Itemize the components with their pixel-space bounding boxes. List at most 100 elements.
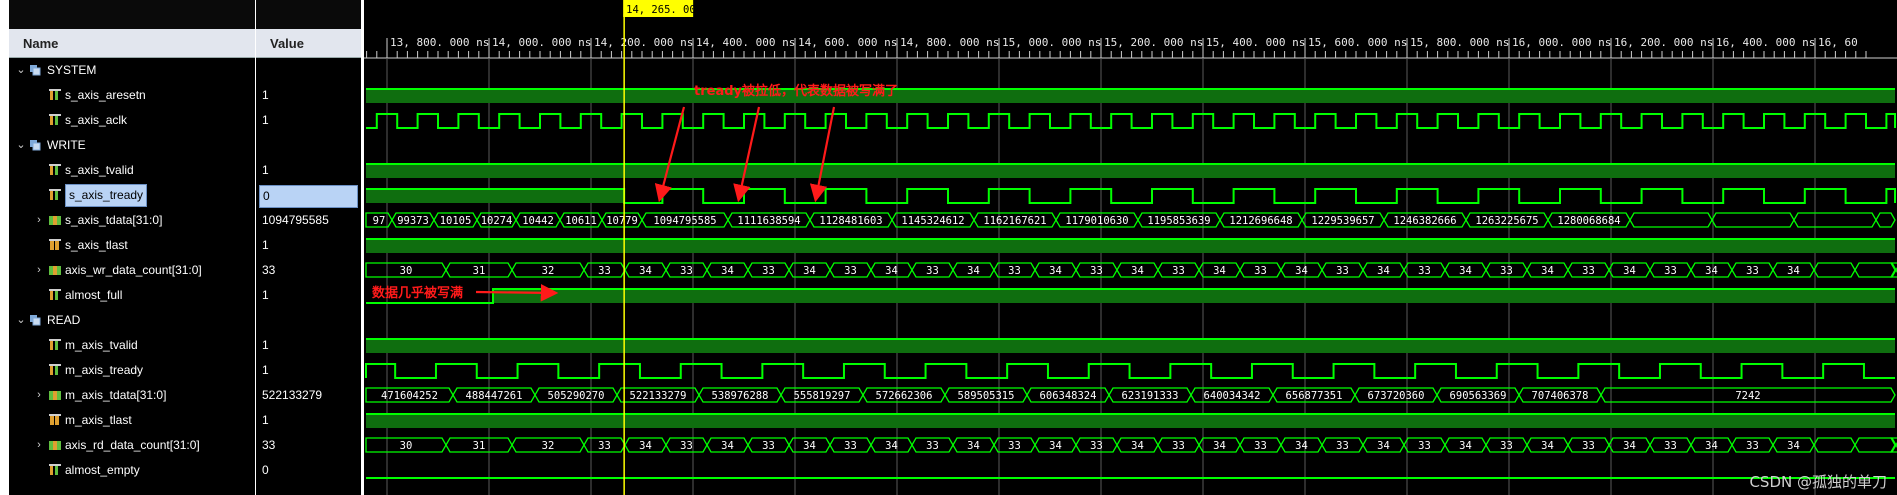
value-row-m_axis_tready[interactable]: 1 (256, 358, 361, 383)
axis_wr_data_count-value-label: 33 (1254, 265, 1267, 277)
axis_rd_data_count-value-label: 33 (1582, 440, 1595, 452)
signal-name-label: s_axis_tready (65, 184, 148, 207)
axis_rd_data_count-value-label: 33 (1090, 440, 1103, 452)
axis_rd_data_count-value-label: 34 (1705, 440, 1718, 452)
signal-row-m_axis_tdata[interactable]: › m_axis_tdata[31:0] (9, 383, 255, 408)
name-column-header[interactable]: Name (9, 29, 255, 58)
tready-annotation: tready被拉低，代表数据被写满了 (694, 83, 898, 99)
value-row-almost_empty[interactable]: 0 (256, 458, 361, 483)
signal-row-s_axis_tvalid[interactable]: s_axis_tvalid (9, 158, 255, 183)
signal-icon (49, 89, 61, 101)
signal-row-s_axis_tlast[interactable]: s_axis_tlast (9, 233, 255, 258)
value-row-s_axis_aclk[interactable]: 1 (256, 108, 361, 133)
time-tick-label: 16, 200. 000 ns (1614, 36, 1713, 49)
value-row-s_axis_tdata[interactable]: 1094795585 (256, 208, 361, 233)
group-row-system[interactable]: ⌄ SYSTEM (9, 58, 255, 83)
value-row-s_axis_tvalid[interactable]: 1 (256, 158, 361, 183)
value-row-s_axis_tlast[interactable]: 1 (256, 233, 361, 258)
time-tick-label: 14, 400. 000 ns (696, 36, 795, 49)
axis_wr_data_count-value-label: 34 (885, 265, 898, 277)
s_axis_tdata-value-label: 1263225675 (1475, 215, 1538, 227)
axis_rd_data_count-value-label: 34 (1049, 440, 1062, 452)
m_axis_tlast-fill (366, 414, 1895, 428)
axis_wr_data_count-value-label: 34 (1213, 265, 1226, 277)
signal-row-axis_wr_data_count[interactable]: › axis_wr_data_count[31:0] (9, 258, 255, 283)
value-row-system[interactable] (256, 58, 361, 83)
signal-value: 1 (262, 413, 269, 427)
axis_wr_data_count-value-label: 33 (762, 265, 775, 277)
signal-value: 1 (262, 163, 269, 177)
s_axis_tready-fill (366, 189, 625, 203)
axis_rd_data_count-value-label: 32 (542, 440, 555, 452)
s_axis_tdata-value-label: 1229539657 (1311, 215, 1374, 227)
signal-name-label: axis_rd_data_count[31:0] (65, 438, 200, 452)
value-row-m_axis_tlast[interactable]: 1 (256, 408, 361, 433)
collapse-chevron-icon[interactable]: ⌄ (15, 58, 27, 83)
value-row-write[interactable] (256, 133, 361, 158)
value-row-read[interactable] (256, 308, 361, 333)
expand-chevron-icon[interactable]: › (33, 433, 45, 458)
axis_wr_data_count-value-label: 34 (803, 265, 816, 277)
group-row-read[interactable]: ⌄ READ (9, 308, 255, 333)
signal-value-panel: Value 1 1 1 0 1094795585 1 33 1 1 1 522133279 1 33 0 (256, 0, 361, 495)
axis_wr_data_count-value-label: 34 (1049, 265, 1062, 277)
m_axis_tdata-value-label: 7242 (1735, 390, 1760, 402)
axis_rd_data_count-value-label: 34 (803, 440, 816, 452)
value-row-m_axis_tvalid[interactable]: 1 (256, 333, 361, 358)
axis_rd_data_count-value-label: 33 (1254, 440, 1267, 452)
signal-row-m_axis_tready[interactable]: m_axis_tready (9, 358, 255, 383)
value-row-s_axis_aresetn[interactable]: 1 (256, 83, 361, 108)
time-tick-label: 14, 800. 000 ns (900, 36, 999, 49)
signal-name-label: s_axis_tvalid (65, 163, 134, 177)
signal-value: 0 (262, 463, 269, 477)
axis_wr_data_count-value-label: 34 (1787, 265, 1800, 277)
signal-value: 1 (262, 238, 269, 252)
signal-icon (49, 339, 61, 351)
axis_wr_data_count-value-label: 33 (1664, 265, 1677, 277)
axis_wr_data_count-value-label: 34 (1623, 265, 1636, 277)
expand-chevron-icon[interactable]: › (33, 258, 45, 283)
signal-row-almost_full[interactable]: almost_full (9, 283, 255, 308)
signal-row-s_axis_tdata[interactable]: › s_axis_tdata[31:0] (9, 208, 255, 233)
s_axis_tdata-value-label: 1145324612 (901, 215, 964, 227)
s_axis_tdata-value-label: 1094795585 (653, 215, 716, 227)
axis_rd_data_count-value-label: 34 (1541, 440, 1554, 452)
signal-icon (49, 464, 61, 476)
waveform-area[interactable]: 13, 800. 000 ns 14, 000. 000 ns 14, 200. 0… (364, 0, 1897, 495)
s_axis_tdata-value-label: 1128481603 (819, 215, 882, 227)
value-row-m_axis_tdata[interactable]: 522133279 (256, 383, 361, 408)
signal-row-axis_rd_data_count[interactable]: › axis_rd_data_count[31:0] (9, 433, 255, 458)
value-row-axis_rd_data_count[interactable]: 33 (256, 433, 361, 458)
value-row-axis_wr_data_count[interactable]: 33 (256, 258, 361, 283)
axis_rd_data_count-value-label: 31 (473, 440, 486, 452)
time-tick-label: 15, 200. 000 ns (1104, 36, 1203, 49)
signal-row-s_axis_tready[interactable]: s_axis_tready (9, 183, 255, 208)
signal-value: 1 (262, 113, 269, 127)
s_axis_tdata-value-label: 1179010630 (1065, 215, 1128, 227)
signal-row-m_axis_tvalid[interactable]: m_axis_tvalid (9, 333, 255, 358)
collapse-chevron-icon[interactable]: ⌄ (15, 308, 27, 333)
time-tick-label: 15, 800. 000 ns (1410, 36, 1509, 49)
expand-chevron-icon[interactable]: › (33, 208, 45, 233)
group-row-write[interactable]: ⌄ WRITE (9, 133, 255, 158)
s_axis_tdata-value-label: 10105 (440, 215, 472, 227)
signal-row-s_axis_aclk[interactable]: s_axis_aclk (9, 108, 255, 133)
signal-value: 33 (262, 263, 276, 277)
expand-chevron-icon[interactable]: › (33, 383, 45, 408)
axis_rd_data_count-value-label: 34 (639, 440, 652, 452)
s_axis_aresetn-fill (366, 89, 1895, 103)
signal-icon (49, 114, 61, 126)
waveform-canvas[interactable]: 13, 800. 000 ns 14, 000. 000 ns 14, 200. 0… (364, 0, 1897, 495)
signal-row-almost_empty[interactable]: almost_empty (9, 458, 255, 483)
axis_rd_data_count-value-label: 33 (1336, 440, 1349, 452)
time-tick-label: 14, 000. 000 ns (492, 36, 591, 49)
s_axis_tdata-value-label: 99373 (397, 215, 429, 227)
signal-row-s_axis_aresetn[interactable]: s_axis_aresetn (9, 83, 255, 108)
axis_rd_data_count-value-label: 34 (1787, 440, 1800, 452)
collapse-chevron-icon[interactable]: ⌄ (15, 133, 27, 158)
value-row-almost_full[interactable]: 1 (256, 283, 361, 308)
value-column-header[interactable]: Value (256, 29, 361, 58)
value-row-s_axis_tready[interactable]: 0 (256, 183, 361, 208)
signal-row-m_axis_tlast[interactable]: m_axis_tlast (9, 408, 255, 433)
time-ruler (364, 0, 1897, 58)
